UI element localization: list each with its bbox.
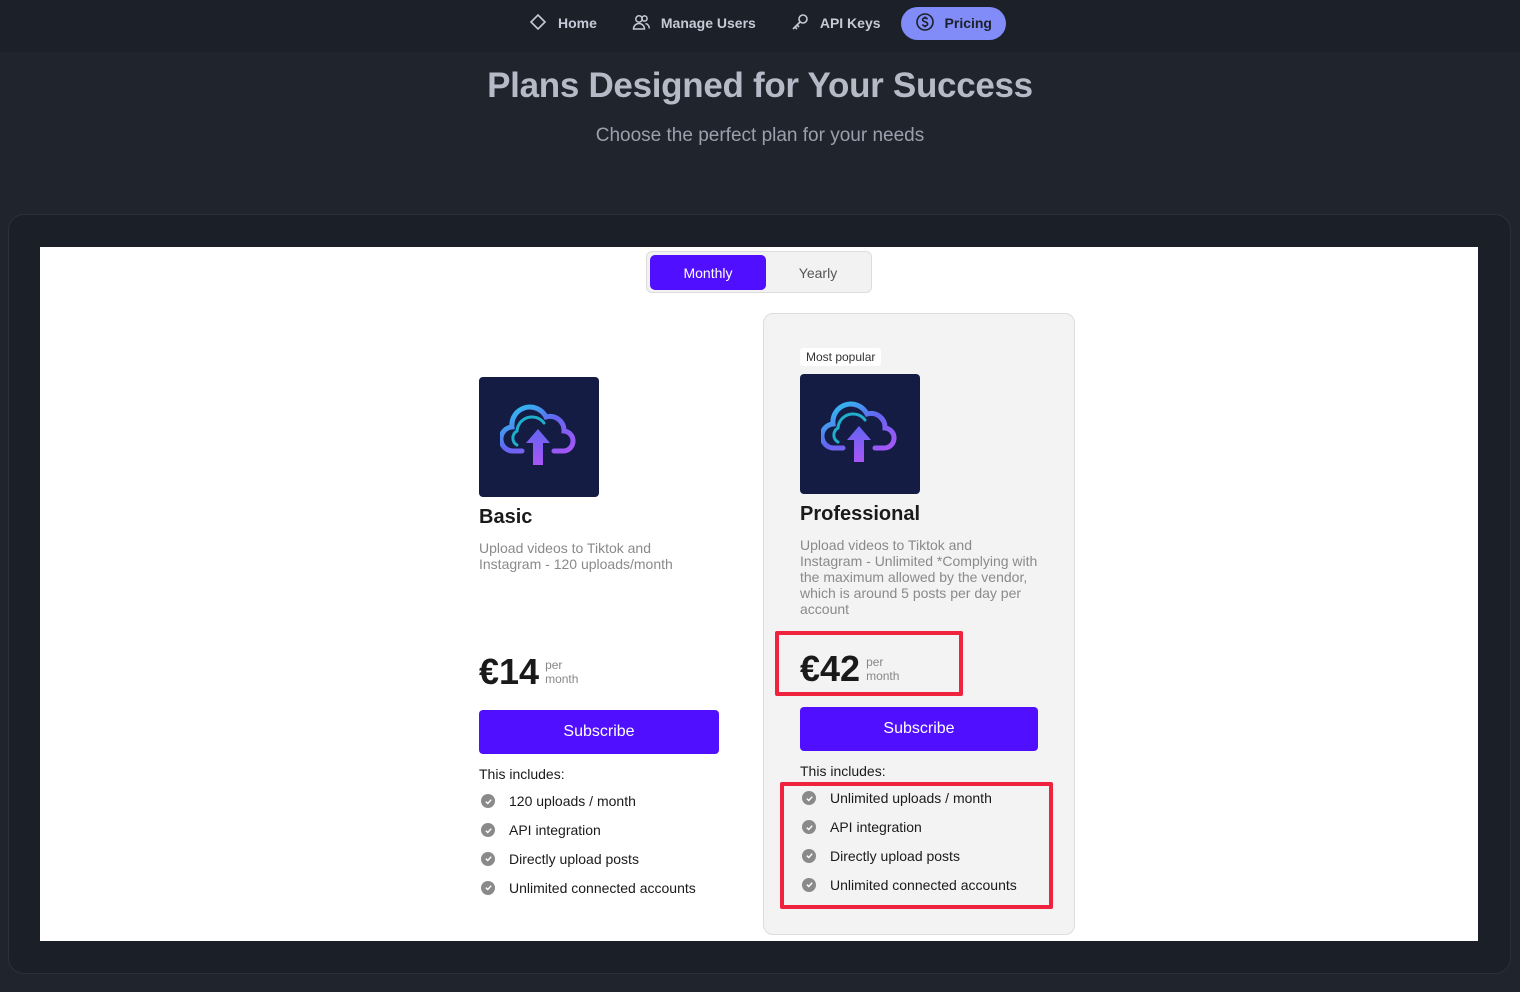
home-icon <box>528 12 548 35</box>
check-circle-icon <box>481 794 495 809</box>
nav-item-label: API Keys <box>819 15 881 31</box>
key-icon <box>790 12 810 35</box>
plan-description: Upload videos to Tiktok and Instagram - … <box>800 537 1038 617</box>
list-item: 120 uploads / month <box>481 787 696 816</box>
feature-label: 120 uploads / month <box>509 793 636 810</box>
plan-description: Upload videos to Tiktok and Instagram - … <box>479 540 673 572</box>
nav-item-home[interactable]: Home <box>514 7 611 40</box>
plan-price: €14 per month <box>479 652 578 692</box>
feature-label: API integration <box>509 822 601 839</box>
plan-name: Basic <box>479 506 533 528</box>
cloud-upload-icon <box>500 404 576 465</box>
check-circle-icon <box>481 880 495 895</box>
subscribe-button[interactable]: Subscribe <box>479 710 719 754</box>
list-item: Directly upload posts <box>481 845 696 874</box>
price-amount: €14 <box>479 651 540 692</box>
nav-item-pricing[interactable]: Pricing <box>900 6 1006 40</box>
subscribe-button[interactable]: Subscribe <box>800 707 1038 751</box>
nav-item-label: Manage Users <box>660 15 756 31</box>
main-nav: Home Manage Users API Keys Pricing <box>0 6 1520 40</box>
page-subtitle: Choose the perfect plan for your needs <box>595 125 925 146</box>
cloud-upload-icon <box>821 401 897 462</box>
monthly-toggle-button[interactable]: Monthly <box>650 255 766 290</box>
plan-logo <box>479 377 599 497</box>
nav-item-label: Pricing <box>944 15 992 31</box>
yearly-toggle-button[interactable]: Yearly <box>766 255 870 290</box>
dollar-circle-icon <box>915 12 935 35</box>
feature-list: 120 uploads / month API integration Dire… <box>481 787 696 902</box>
nav-item-manage-users[interactable]: Manage Users <box>617 7 770 40</box>
check-circle-icon <box>481 823 495 838</box>
list-item: Unlimited connected accounts <box>481 873 696 902</box>
check-circle-icon <box>481 851 495 866</box>
feature-label: Directly upload posts <box>509 850 639 867</box>
list-item: API integration <box>481 816 696 845</box>
pricing-table-area <box>40 247 1478 941</box>
nav-item-api-keys[interactable]: API Keys <box>776 7 895 40</box>
price-period: per month <box>545 658 579 686</box>
billing-period-toggle: Monthly Yearly <box>646 251 872 293</box>
includes-label: This includes: <box>479 766 565 782</box>
features-highlight-box <box>780 782 1053 909</box>
feature-label: Unlimited connected accounts <box>509 879 696 896</box>
plan-logo <box>800 374 920 494</box>
top-bar: Home Manage Users API Keys Pricing <box>0 0 1520 52</box>
includes-label: This includes: <box>800 763 886 779</box>
users-icon <box>631 12 651 35</box>
nav-item-label: Home <box>557 15 597 31</box>
page-title: Plans Designed for Your Success <box>487 66 1033 105</box>
most-popular-badge: Most popular <box>800 348 882 366</box>
plan-name: Professional <box>800 503 921 525</box>
price-highlight-box <box>775 631 963 696</box>
